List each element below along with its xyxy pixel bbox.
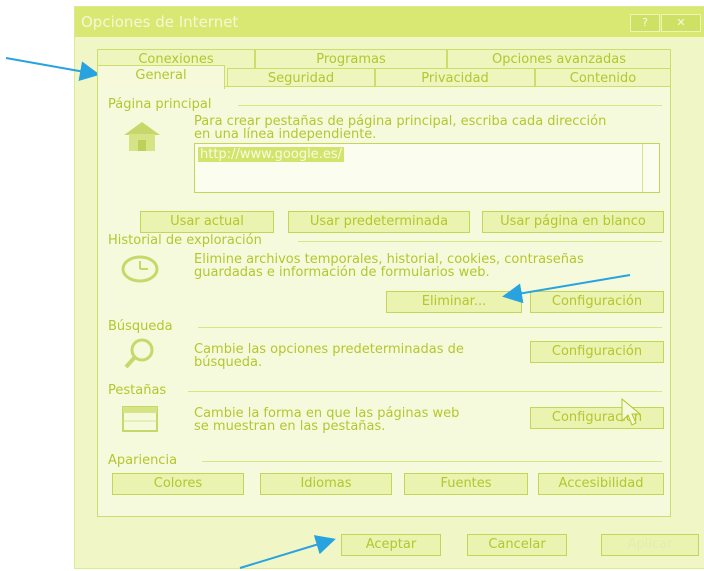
arrow-to-ok-button bbox=[239, 535, 336, 569]
tab-general[interactable]: General bbox=[97, 65, 225, 89]
arrow-to-general-tab bbox=[5, 57, 100, 82]
arrow-to-delete-button bbox=[502, 274, 631, 304]
